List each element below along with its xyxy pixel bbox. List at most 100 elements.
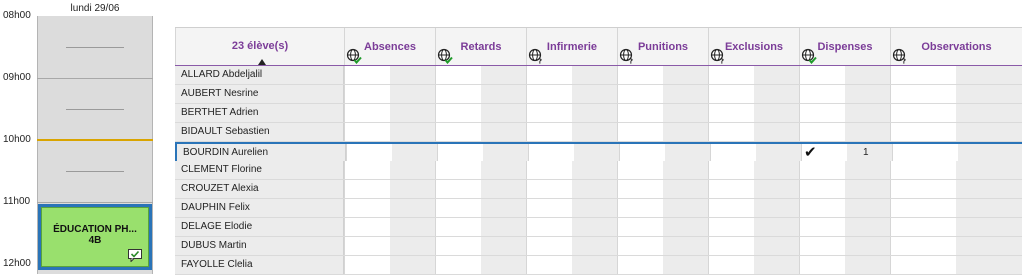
cell-count-punitions[interactable] [663, 104, 708, 122]
table-row[interactable]: DUBUS Martin [175, 237, 1022, 256]
cell-count-observations[interactable] [958, 144, 1022, 162]
cell-check-observations[interactable] [890, 85, 956, 103]
cell-check-retards[interactable] [435, 85, 481, 103]
cell-check-observations[interactable] [892, 144, 958, 162]
cell-check-exclusions[interactable] [708, 237, 754, 255]
cell-check-retards[interactable] [435, 256, 481, 274]
cell-check-retards[interactable] [437, 144, 483, 162]
cell-check-retards[interactable] [435, 199, 481, 217]
cell-check-retards[interactable] [435, 237, 481, 255]
cell-count-observations[interactable] [956, 218, 1022, 236]
globe-question-icon[interactable]: ? [892, 48, 908, 64]
cell-check-infirmerie[interactable] [526, 104, 572, 122]
cell-count-dispenses[interactable] [845, 161, 890, 179]
cell-count-punitions[interactable] [663, 218, 708, 236]
cell-check-absences[interactable] [344, 85, 390, 103]
cell-count-punitions[interactable] [663, 123, 708, 141]
cell-count-retards[interactable] [481, 161, 526, 179]
cell-count-dispenses[interactable] [845, 180, 890, 198]
table-row[interactable]: BERTHET Adrien [175, 104, 1022, 123]
cell-check-observations[interactable] [890, 180, 956, 198]
cell-check-absences[interactable] [344, 218, 390, 236]
cell-count-retards[interactable] [481, 180, 526, 198]
cell-count-dispenses[interactable] [845, 104, 890, 122]
cell-check-observations[interactable] [890, 104, 956, 122]
cell-check-absences[interactable] [344, 66, 390, 84]
cell-count-punitions[interactable] [663, 66, 708, 84]
course-block[interactable]: ÉDUCATION PH... 4B [38, 204, 152, 270]
cell-count-infirmerie[interactable] [572, 123, 617, 141]
cell-count-infirmerie[interactable] [572, 104, 617, 122]
cell-count-punitions[interactable] [665, 144, 710, 162]
cell-check-dispenses[interactable] [799, 180, 845, 198]
cell-check-punitions[interactable] [617, 218, 663, 236]
cell-count-absences[interactable] [392, 144, 437, 162]
cell-check-punitions[interactable] [617, 237, 663, 255]
cell-count-infirmerie[interactable] [572, 199, 617, 217]
cell-count-exclusions[interactable] [754, 161, 799, 179]
cell-count-exclusions[interactable] [754, 85, 799, 103]
cell-check-exclusions[interactable] [708, 218, 754, 236]
cell-check-retards[interactable] [435, 123, 481, 141]
cell-check-punitions[interactable] [617, 199, 663, 217]
cell-count-exclusions[interactable] [754, 237, 799, 255]
cell-check-exclusions[interactable] [708, 199, 754, 217]
column-header-absences[interactable]: Absences [344, 28, 435, 65]
cell-count-exclusions[interactable] [754, 256, 799, 274]
globe-check-icon[interactable] [801, 48, 817, 64]
cell-check-observations[interactable] [890, 218, 956, 236]
column-header-students[interactable]: 23 élève(s) [175, 28, 344, 65]
table-row[interactable]: ALLARD Abdeljalil [175, 66, 1022, 85]
table-row[interactable]: AUBERT Nesrine [175, 85, 1022, 104]
cell-check-retards[interactable] [435, 180, 481, 198]
cell-count-exclusions[interactable] [754, 66, 799, 84]
cell-count-exclusions[interactable] [754, 180, 799, 198]
cell-count-infirmerie[interactable] [572, 218, 617, 236]
cell-count-absences[interactable] [390, 180, 435, 198]
cell-count-punitions[interactable] [663, 256, 708, 274]
cell-check-observations[interactable] [890, 123, 956, 141]
cell-count-observations[interactable] [956, 85, 1022, 103]
cell-count-infirmerie[interactable] [572, 237, 617, 255]
student-name[interactable]: CLEMENT Florine [175, 161, 344, 179]
cell-count-exclusions[interactable] [754, 199, 799, 217]
table-row[interactable]: BIDAULT Sebastien [175, 123, 1022, 142]
cell-check-punitions[interactable] [617, 161, 663, 179]
cell-check-exclusions[interactable] [708, 123, 754, 141]
globe-check-icon[interactable] [346, 48, 362, 64]
cell-check-exclusions[interactable] [708, 66, 754, 84]
globe-question-icon[interactable]: ? [710, 48, 726, 64]
cell-count-retards[interactable] [481, 104, 526, 122]
cell-check-observations[interactable] [890, 66, 956, 84]
cell-check-absences[interactable] [344, 199, 390, 217]
cell-count-absences[interactable] [390, 66, 435, 84]
cell-count-absences[interactable] [390, 256, 435, 274]
cell-count-infirmerie[interactable] [572, 180, 617, 198]
cell-check-punitions[interactable] [617, 256, 663, 274]
table-row[interactable]: CROUZET Alexia [175, 180, 1022, 199]
cell-check-absences[interactable] [344, 180, 390, 198]
cell-check-exclusions[interactable] [708, 104, 754, 122]
student-name[interactable]: BOURDIN Aurelien [177, 144, 346, 162]
cell-count-punitions[interactable] [663, 180, 708, 198]
cell-count-dispenses[interactable] [845, 66, 890, 84]
cell-check-absences[interactable] [344, 256, 390, 274]
cell-count-retards[interactable] [481, 256, 526, 274]
cell-count-observations[interactable] [956, 237, 1022, 255]
cell-check-punitions[interactable] [617, 66, 663, 84]
cell-count-observations[interactable] [956, 161, 1022, 179]
student-name[interactable]: ALLARD Abdeljalil [175, 66, 344, 84]
cell-check-infirmerie[interactable] [526, 218, 572, 236]
cell-check-infirmerie[interactable] [526, 237, 572, 255]
cell-check-observations[interactable] [890, 199, 956, 217]
globe-question-icon[interactable]: ? [528, 48, 544, 64]
column-header-retards[interactable]: Retards [435, 28, 526, 65]
globe-check-icon[interactable] [437, 48, 453, 64]
cell-check-dispenses[interactable] [799, 104, 845, 122]
cell-count-punitions[interactable] [663, 161, 708, 179]
table-row[interactable]: DELAGE Elodie [175, 218, 1022, 237]
cell-count-infirmerie[interactable] [574, 144, 619, 162]
table-row[interactable]: DAUPHIN Felix [175, 199, 1022, 218]
cell-count-retards[interactable] [481, 123, 526, 141]
cell-check-punitions[interactable] [617, 123, 663, 141]
